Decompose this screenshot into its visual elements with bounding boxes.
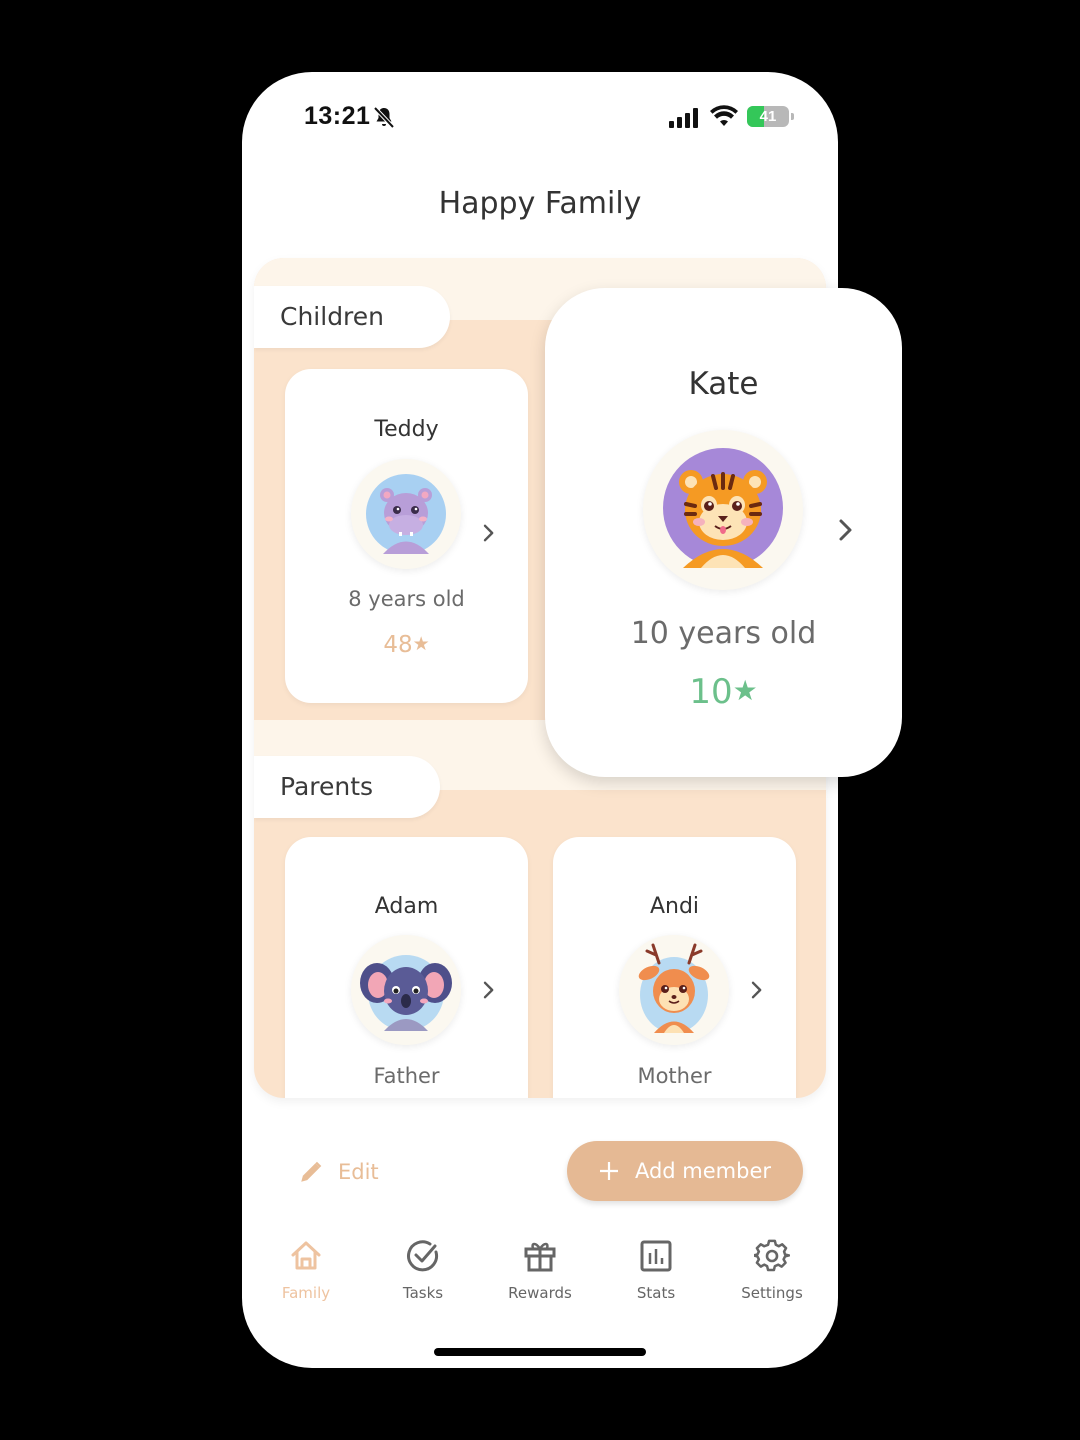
status-time: 13:21 [304,102,371,130]
battery-level: 41 [759,108,777,125]
tab-rewards[interactable]: Rewards [482,1238,598,1302]
koala-avatar [351,935,461,1045]
children-section-header: Children [254,286,450,348]
tab-label: Family [281,1284,331,1302]
member-role: Father [373,1064,440,1088]
tab-label: Stats [636,1284,676,1302]
star-icon: ★ [732,674,758,707]
edit-label: Edit [338,1160,379,1184]
page-title: Happy Family [438,186,642,221]
home-icon [291,1241,321,1270]
tab-label: Tasks [402,1284,444,1302]
cellular-signal-icon [669,108,698,128]
member-name: Adam [374,894,439,919]
plus-icon [599,1162,618,1180]
battery-indicator: 41 [747,106,789,127]
chevron-right-icon[interactable] [481,980,497,1000]
member-name: Andi [649,894,700,919]
member-points: 48★ [285,632,528,658]
tab-label: Rewards [508,1284,572,1302]
member-points: 10★ [545,672,902,712]
member-name: Teddy [374,417,439,442]
child-card-kate[interactable]: Kate 10 years old 10★ [545,288,902,777]
add-member-label: Add member [634,1159,772,1183]
chevron-right-icon[interactable] [481,523,497,543]
points-value: 10 [689,672,733,712]
child-card-teddy[interactable]: Teddy 8 years old 48★ [285,369,528,703]
tab-settings[interactable]: Settings [714,1238,830,1302]
battery-nub [791,113,794,120]
parent-card-andi[interactable]: Andi Mother [553,837,796,1098]
parent-card-adam[interactable]: Adam Father [285,837,528,1098]
member-age: 8 years old [348,587,465,611]
member-name: Kate [688,366,759,402]
member-age: 10 years old [630,616,817,651]
bar-chart-icon [640,1240,672,1272]
bottom-tab-bar: Family Tasks Rewards Stats Settings [242,1238,838,1318]
chevron-right-icon[interactable] [836,516,856,544]
home-indicator[interactable] [434,1348,646,1356]
member-role: Mother [637,1064,712,1088]
tab-stats[interactable]: Stats [598,1238,714,1302]
tab-label: Settings [741,1284,803,1302]
status-bar: 13:21 41 [242,72,838,162]
parents-section-header: Parents [254,756,440,818]
deer-avatar [619,935,729,1045]
tab-family[interactable]: Family [248,1238,364,1302]
wifi-icon [710,105,738,126]
tiger-avatar [643,430,803,590]
points-value: 48 [383,632,413,658]
pencil-icon [301,1161,322,1182]
check-circle-icon [407,1240,439,1272]
star-icon: ★ [412,633,430,655]
gift-icon [524,1242,556,1272]
edit-button[interactable]: Edit [298,1154,379,1190]
add-member-button[interactable]: Add member [567,1141,803,1201]
chevron-right-icon[interactable] [749,980,765,1000]
tab-tasks[interactable]: Tasks [365,1238,481,1302]
bell-slash-icon [373,106,395,129]
gear-icon [754,1239,790,1272]
hippo-avatar [351,459,461,569]
